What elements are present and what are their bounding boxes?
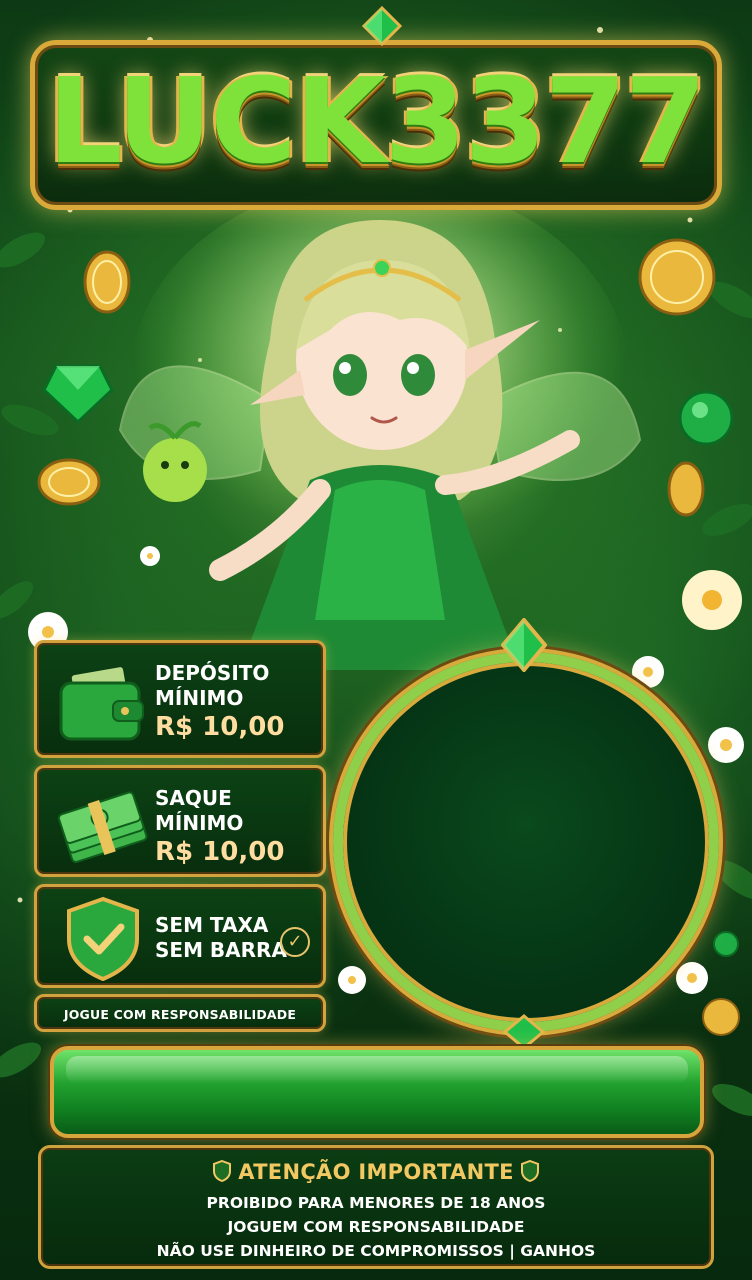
min-deposit-amount: R$ 10,00 (155, 712, 285, 742)
min-withdrawal-card: SAQUE MÍNIMO R$ 10,00 (34, 765, 326, 877)
card-label-line1: DEPÓSITO (155, 661, 270, 685)
wallet-icon (59, 667, 144, 741)
card-label-line2: SEM BARRA (155, 938, 287, 962)
notice-line: PROIBIDO PARA MENORES DE 18 ANOS (206, 1194, 546, 1212)
main-action-button[interactable] (50, 1046, 704, 1138)
fairy-character-illustration (118, 200, 642, 670)
card-label-line2: MÍNIMO (155, 686, 244, 710)
responsible-play-label: JOGUE COM RESPONSABILIDADE (63, 1007, 297, 1022)
gold-coin-icon (37, 458, 101, 506)
shield-check-icon (67, 896, 139, 981)
important-notice-panel: ATENÇÃO IMPORTANTE PROIBIDO PARA MENORES… (38, 1145, 714, 1269)
min-withdrawal-amount: R$ 10,00 (155, 837, 285, 867)
emerald-gem-icon (362, 6, 402, 46)
cash-stack-icon (57, 791, 148, 863)
min-deposit-card: DEPÓSITO MÍNIMO R$ 10,00 (34, 640, 326, 758)
emerald-gem-icon (678, 390, 734, 446)
round-frame-panel (333, 652, 719, 1032)
notice-title: ATENÇÃO IMPORTANTE (238, 1160, 514, 1184)
card-label-line1: SEM TAXA (155, 913, 269, 937)
shield-icon (520, 1160, 539, 1182)
no-fee-card: SEM TAXA SEM BARRA ✓ (34, 884, 326, 988)
emerald-gem-icon (501, 618, 547, 672)
shield-icon (213, 1160, 232, 1182)
card-label-line1: SAQUE (155, 786, 232, 810)
check-circle-icon: ✓ (280, 927, 310, 957)
gold-coin-icon (667, 461, 705, 517)
card-label-line2: MÍNIMO (155, 811, 244, 835)
logo-title: LUCK3377 (47, 52, 706, 190)
emerald-gem-icon (503, 1014, 545, 1050)
gold-coin-icon (702, 998, 740, 1036)
emerald-gem-icon (713, 931, 739, 957)
notice-line: NÃO USE DINHEIRO DE COMPROMISSOS | GANHO… (156, 1242, 596, 1260)
responsible-play-strip: JOGUE COM RESPONSABILIDADE (34, 994, 326, 1032)
notice-line: JOGUEM COM RESPONSABILIDADE (227, 1218, 525, 1236)
